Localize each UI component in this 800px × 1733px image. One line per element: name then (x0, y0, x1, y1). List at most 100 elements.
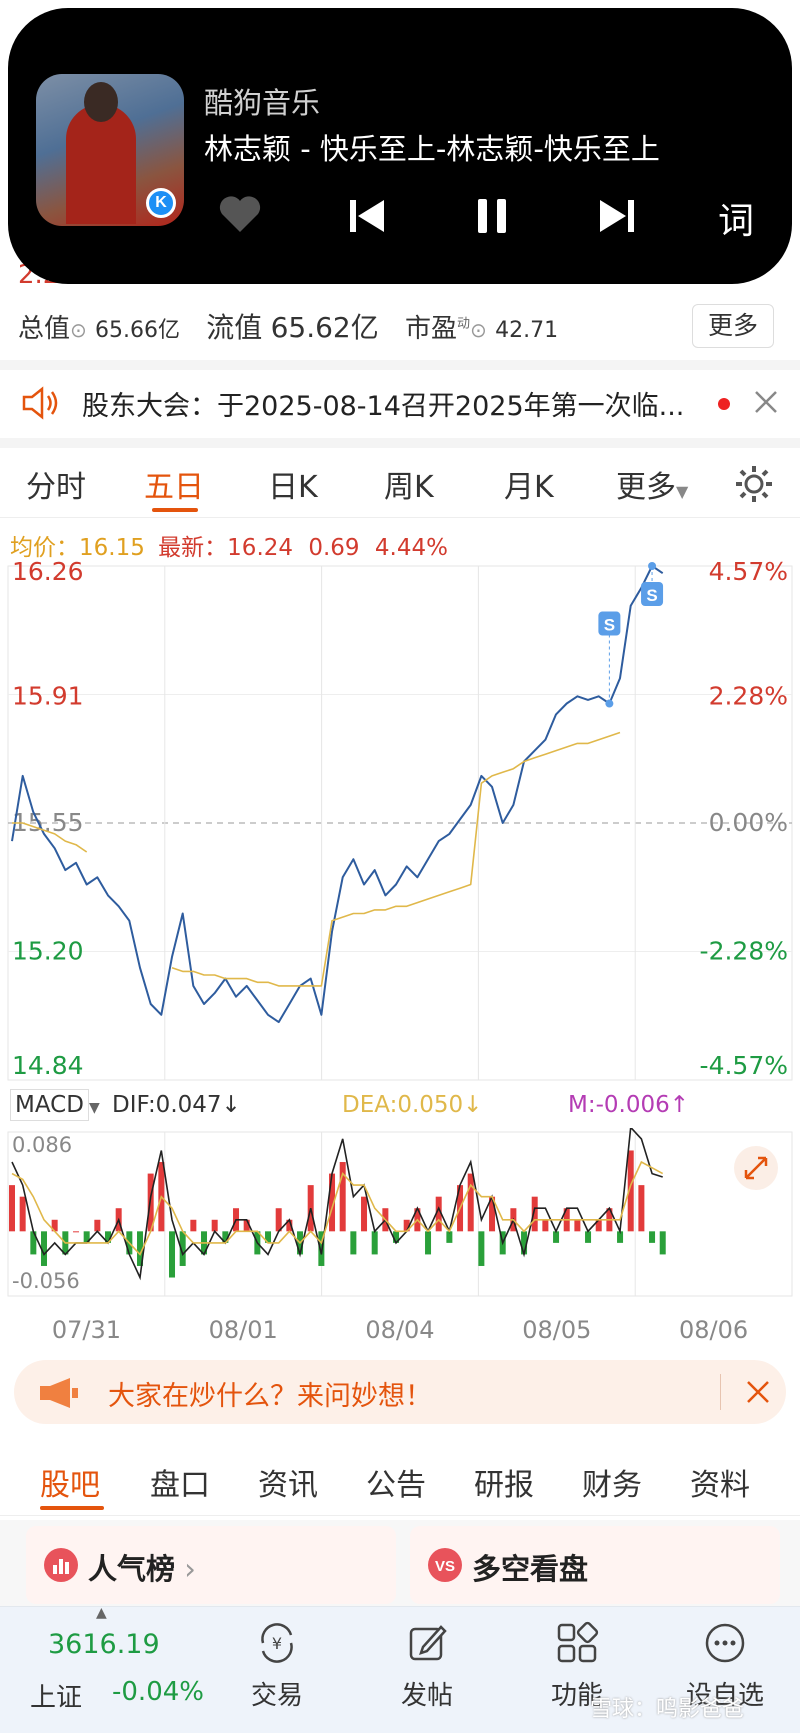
tab-news[interactable]: 资讯 (258, 1460, 318, 1504)
macd-histogram-bar (542, 1219, 549, 1232)
macd-histogram-bar (638, 1185, 645, 1232)
macd-histogram-bar (361, 1196, 368, 1232)
ask-ai-text: 大家在炒什么？来问妙想！ (108, 1381, 432, 1412)
bar-chart-icon (44, 1548, 78, 1582)
divider (0, 360, 800, 370)
music-notification[interactable]: K 酷狗音乐 林志颖 - 快乐至上-林志颖-快乐至上 词 (8, 8, 792, 284)
section-tabs: 股吧 盘口 资讯 公告 研报 财务 资料 (0, 1444, 800, 1516)
macd-histogram-bar (169, 1231, 176, 1278)
macd-histogram-bar (478, 1231, 485, 1266)
previous-track-icon[interactable] (348, 196, 388, 236)
macd-histogram-bar (19, 1196, 26, 1232)
tab-five-day[interactable]: 五日 (144, 462, 204, 506)
popularity-card[interactable]: 人气榜 › (26, 1526, 396, 1604)
x-tick-label: 08/04 (365, 1316, 434, 1344)
tab-pankou[interactable]: 盘口 (150, 1460, 210, 1504)
tab-announcements[interactable]: 公告 (366, 1460, 426, 1504)
macd-chart[interactable]: 0.086 -0.056 07/31 08/01 08/04 08/05 08/06 (0, 1128, 800, 1362)
album-cover[interactable]: K (36, 74, 184, 226)
latest-change-pct: 4.44% (374, 535, 448, 561)
macd-histogram-bar (275, 1208, 282, 1232)
latest-label: 最新： (158, 535, 228, 561)
svg-text:VS: VS (435, 1558, 455, 1575)
lyrics-button[interactable]: 词 (718, 192, 754, 244)
macd-histogram-bar (9, 1185, 15, 1232)
sell-marker-label: S (646, 586, 657, 605)
tab-more[interactable]: 更多▼ (616, 462, 688, 506)
y-tick-right: -4.57% (700, 1051, 788, 1080)
info-icon[interactable]: ⊙ (70, 318, 87, 342)
macd-histogram-bar (350, 1231, 357, 1255)
more-button[interactable]: 更多 (692, 304, 774, 348)
y-tick-left: 15.91 (12, 682, 84, 711)
pe-sup: 动 (457, 316, 471, 332)
close-icon[interactable] (744, 1378, 772, 1406)
avg-value: 16.15 (79, 535, 145, 561)
macd-histogram-bar (371, 1231, 378, 1255)
info-icon[interactable]: ⊙ (470, 318, 487, 342)
close-icon[interactable] (752, 388, 780, 416)
macd-histogram-bar (467, 1173, 474, 1232)
heart-icon[interactable] (218, 194, 262, 234)
total-mkt-label: 总值 (18, 314, 71, 344)
svg-text:¥: ¥ (272, 1634, 282, 1653)
macd-dea: DEA:0.050↓ (342, 1092, 482, 1118)
tab-monthly-k[interactable]: 月K (504, 462, 554, 506)
caret-down-icon: ▼ (676, 482, 689, 501)
nav-trade[interactable]: ¥ 交易 (222, 1621, 332, 1712)
tab-guba[interactable]: 股吧 (40, 1460, 100, 1504)
arrow-down-icon: ↓ (221, 1092, 241, 1118)
tab-intraday[interactable]: 分时 (26, 462, 86, 506)
latest-value: 16.24 (227, 535, 294, 561)
macd-histogram-bar (211, 1219, 218, 1232)
tab-research[interactable]: 研报 (474, 1460, 534, 1504)
arrow-down-icon: ↓ (463, 1092, 483, 1118)
pause-icon[interactable] (472, 196, 512, 236)
index-name: 上证 (30, 1683, 83, 1713)
pe-value: 42.71 (495, 318, 559, 343)
macd-dea-line (11, 1160, 664, 1256)
macd-histogram-bar (585, 1231, 592, 1243)
caret-down-icon: ▼ (88, 1100, 100, 1116)
music-app-name: 酷狗音乐 (204, 86, 321, 120)
feature-cards: 人气榜 › VS 多空看盘 (0, 1520, 800, 1606)
nav-trade-label: 交易 (250, 1681, 303, 1711)
y-tick-left: 16.26 (12, 560, 84, 586)
next-track-icon[interactable] (596, 196, 636, 236)
tab-daily-k[interactable]: 日K (268, 462, 318, 506)
arrow-up-icon: ↑ (669, 1092, 690, 1118)
notice-bar[interactable]: 股东大会：于2025-08-14召开2025年第一次临... (0, 372, 800, 430)
trade-icon: ¥ (261, 1623, 293, 1663)
marker-dot (605, 699, 614, 708)
macd-y-tick: 0.086 (12, 1133, 72, 1157)
macd-dea-value: DEA:0.050 (342, 1092, 464, 1118)
x-tick-label: 08/05 (522, 1316, 591, 1344)
y-tick-right: 2.28% (709, 682, 788, 711)
macd-selector[interactable]: MACD ▼ (10, 1089, 100, 1121)
nav-post[interactable]: 发帖 (372, 1621, 482, 1712)
tab-weekly-k[interactable]: 周K (384, 462, 434, 506)
long-short-card[interactable]: VS 多空看盘 (410, 1526, 780, 1604)
macd-histogram-bar (425, 1231, 432, 1255)
avg-series-line (12, 731, 621, 987)
macd-histogram-bar (574, 1219, 581, 1232)
y-tick-right: 4.57% (709, 560, 788, 586)
total-mkt-value: 65.66亿 (95, 318, 181, 343)
nav-post-label: 发帖 (400, 1681, 453, 1711)
tab-profile[interactable]: 资料 (690, 1460, 750, 1504)
latest-change: 0.69 (308, 535, 360, 561)
tab-active-underline (40, 1506, 104, 1510)
tab-finance[interactable]: 财务 (582, 1460, 642, 1504)
avg-label: 均价： (10, 535, 79, 561)
ask-ai-banner[interactable]: 大家在炒什么？来问妙想！ (14, 1360, 786, 1424)
edit-icon (409, 1625, 447, 1661)
macd-m-value: M:-0.006 (568, 1092, 670, 1118)
gear-icon[interactable] (734, 464, 774, 504)
index-value: 3616.19 (48, 1629, 160, 1660)
index-ticker[interactable]: ▲ 3616.19 上证 -0.04% (0, 1605, 210, 1733)
divider (720, 1374, 721, 1410)
float-mkt-label: 流值 (206, 311, 263, 344)
tab-active-underline (152, 508, 198, 512)
macd-frame (7, 1131, 793, 1297)
price-chart[interactable]: 16.2615.9115.5515.2014.844.57%2.28%0.00%… (0, 560, 800, 1082)
